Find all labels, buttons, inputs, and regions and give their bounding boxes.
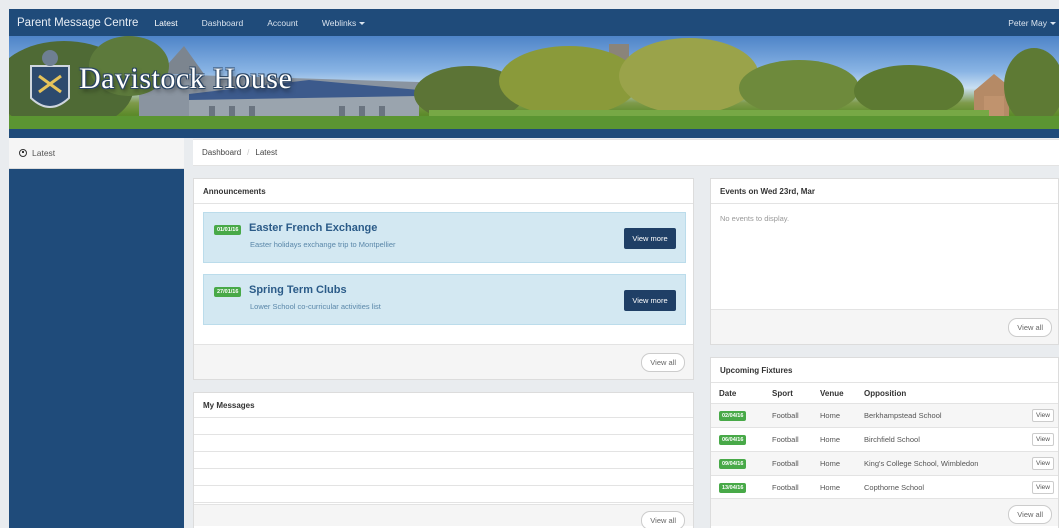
nav-dashboard[interactable]: Dashboard — [202, 18, 244, 28]
fixture-sport: Football — [772, 411, 799, 420]
breadcrumb: Dashboard / Latest — [193, 139, 1059, 166]
events-title: Events on Wed 23rd, Mar — [711, 179, 1058, 204]
sidebar-item-label: Latest — [32, 148, 56, 158]
announcements-panel: Announcements 01/01/16 Easter French Exc… — [193, 178, 694, 380]
fixtures-title: Upcoming Fixtures — [711, 358, 1058, 383]
nav-latest[interactable]: Latest — [154, 18, 177, 28]
user-menu[interactable]: Peter May — [1008, 18, 1056, 28]
nav-weblinks[interactable]: Weblinks — [321, 17, 366, 28]
view-more-button[interactable]: View more — [624, 290, 676, 311]
breadcrumb-dashboard[interactable]: Dashboard — [202, 148, 241, 157]
table-row: 09/04/16 Football Home King's College Sc… — [711, 452, 1058, 476]
fixture-date-badge: 09/04/16 — [719, 458, 747, 469]
fixture-view-button[interactable]: View — [1032, 457, 1054, 470]
fixture-date-badge: 06/04/16 — [719, 434, 747, 445]
fixture-sport: Football — [772, 435, 799, 444]
fixture-opposition: Copthorne School — [864, 483, 925, 492]
top-navbar: Parent Message Centre Latest Dashboard A… — [9, 9, 1059, 36]
events-empty-text: No events to display. — [720, 214, 790, 223]
events-panel: Events on Wed 23rd, Mar No events to dis… — [710, 178, 1059, 345]
clock-icon — [19, 149, 27, 157]
breadcrumb-separator: / — [247, 148, 250, 157]
nav-weblinks-label: Weblinks — [321, 17, 357, 28]
announcements-footer: View all — [194, 344, 693, 379]
breadcrumb-latest: Latest — [255, 148, 278, 157]
table-row: 13/04/16 Football Home Copthorne School … — [711, 476, 1058, 500]
fixtures-panel: Upcoming Fixtures Date Sport Venue Oppos… — [710, 357, 1059, 528]
fixture-venue: Home — [820, 411, 841, 420]
table-row: 02/04/16 Football Home Berkhampstead Sch… — [711, 404, 1058, 428]
column-header-opposition: Opposition — [864, 388, 907, 398]
fixture-date-badge: 13/04/16 — [719, 482, 747, 493]
fixture-venue: Home — [820, 483, 841, 492]
announcement-title[interactable]: Easter French Exchange — [249, 222, 377, 234]
messages-view-all-button[interactable]: View all — [641, 511, 685, 528]
fixture-opposition: King's College School, Wimbledon — [864, 459, 979, 468]
messages-footer: View all — [194, 504, 693, 528]
sidebar: Latest — [9, 138, 184, 528]
events-view-all-button[interactable]: View all — [1008, 318, 1052, 337]
announcement-date-badge: 01/01/16 — [214, 225, 242, 235]
announcement-item: 27/01/16 Spring Term Clubs Lower School … — [203, 274, 686, 325]
caret-down-icon — [359, 21, 366, 25]
fixture-view-button[interactable]: View — [1032, 481, 1054, 494]
messages-title: My Messages — [194, 393, 693, 418]
fixtures-view-all-button[interactable]: View all — [1008, 505, 1052, 524]
message-row[interactable] — [194, 469, 693, 486]
announcement-item: 01/01/16 Easter French Exchange Easter h… — [203, 212, 686, 263]
messages-panel: My Messages View all — [193, 392, 694, 528]
view-more-button[interactable]: View more — [624, 228, 676, 249]
sidebar-item-latest[interactable]: Latest — [9, 138, 184, 169]
brand-link[interactable]: Parent Message Centre — [17, 17, 138, 29]
caret-down-icon — [1050, 21, 1056, 25]
fixtures-footer: View all — [711, 498, 1058, 526]
message-row[interactable] — [194, 452, 693, 469]
school-banner: Davistock House — [9, 36, 1059, 129]
user-name: Peter May — [1008, 17, 1047, 28]
announcement-subtitle: Easter holidays exchange trip to Montpel… — [250, 240, 396, 249]
fixture-view-button[interactable]: View — [1032, 409, 1054, 422]
fixture-venue: Home — [820, 435, 841, 444]
announcements-view-all-button[interactable]: View all — [641, 353, 685, 372]
fixture-venue: Home — [820, 459, 841, 468]
banner-strip — [9, 129, 1059, 138]
column-header-venue: Venue — [820, 388, 844, 398]
nav-account[interactable]: Account — [267, 18, 298, 28]
column-header-sport: Sport — [772, 388, 793, 398]
fixture-sport: Football — [772, 483, 799, 492]
banner-title: Davistock House — [79, 62, 293, 95]
announcement-subtitle: Lower School co-curricular activities li… — [250, 302, 381, 311]
announcement-date-badge: 27/01/16 — [214, 287, 242, 297]
fixture-opposition: Birchfield School — [864, 435, 920, 444]
table-row: 06/04/16 Football Home Birchfield School… — [711, 428, 1058, 452]
fixture-sport: Football — [772, 459, 799, 468]
message-row[interactable] — [194, 435, 693, 452]
fixture-opposition: Berkhampstead School — [864, 411, 942, 420]
message-row[interactable] — [194, 418, 693, 435]
column-header-date: Date — [719, 388, 737, 398]
fixture-view-button[interactable]: View — [1032, 433, 1054, 446]
announcement-title[interactable]: Spring Term Clubs — [249, 284, 347, 296]
events-footer: View all — [711, 309, 1058, 344]
fixtures-header-row: Date Sport Venue Opposition — [711, 383, 1058, 404]
announcements-title: Announcements — [194, 179, 693, 204]
fixture-date-badge: 02/04/16 — [719, 410, 747, 421]
message-row[interactable] — [194, 486, 693, 503]
